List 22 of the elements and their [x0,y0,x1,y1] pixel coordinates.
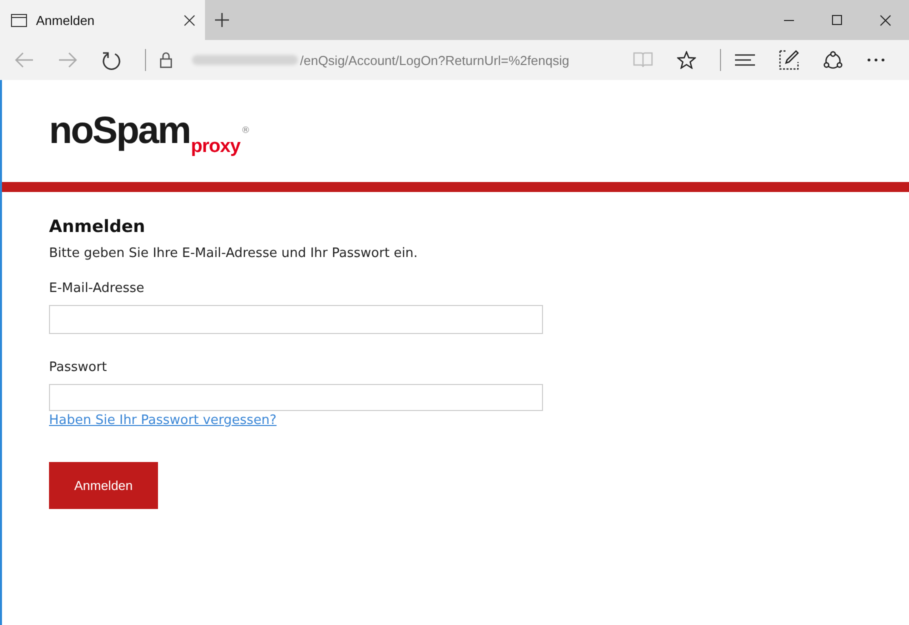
instruction-text: Bitte geben Sie Ihre E-Mail-Adresse und Ihr Passwort ein. [49,246,418,261]
address-url[interactable]: /enQsig/Account/LogOn?ReturnUrl=%2fenqsig [300,52,570,68]
more-icon[interactable] [867,58,885,62]
email-field[interactable] [49,305,543,334]
forgot-password-link[interactable]: Haben Sie Ihr Passwort vergessen? [49,413,277,428]
share-icon[interactable] [823,50,843,70]
field-label: Passwort [49,360,107,375]
new-tab-icon[interactable] [215,13,229,27]
password-field[interactable] [49,384,543,411]
note-pen-icon[interactable] [779,50,799,70]
login-button[interactable]: Anmelden [49,462,158,509]
page-icon [11,14,27,26]
form-title: Anmelden [49,217,146,237]
browser-tab[interactable]: Anmelden [0,0,205,40]
hub-icon[interactable] [735,54,755,66]
close-icon[interactable] [880,14,891,26]
close-icon[interactable] [184,14,195,26]
lock-icon [160,52,172,68]
maximize-icon[interactable] [832,15,842,25]
star-icon[interactable] [677,51,696,69]
refresh-icon[interactable] [102,50,121,70]
field-label: E-Mail-Adresse [49,281,144,296]
